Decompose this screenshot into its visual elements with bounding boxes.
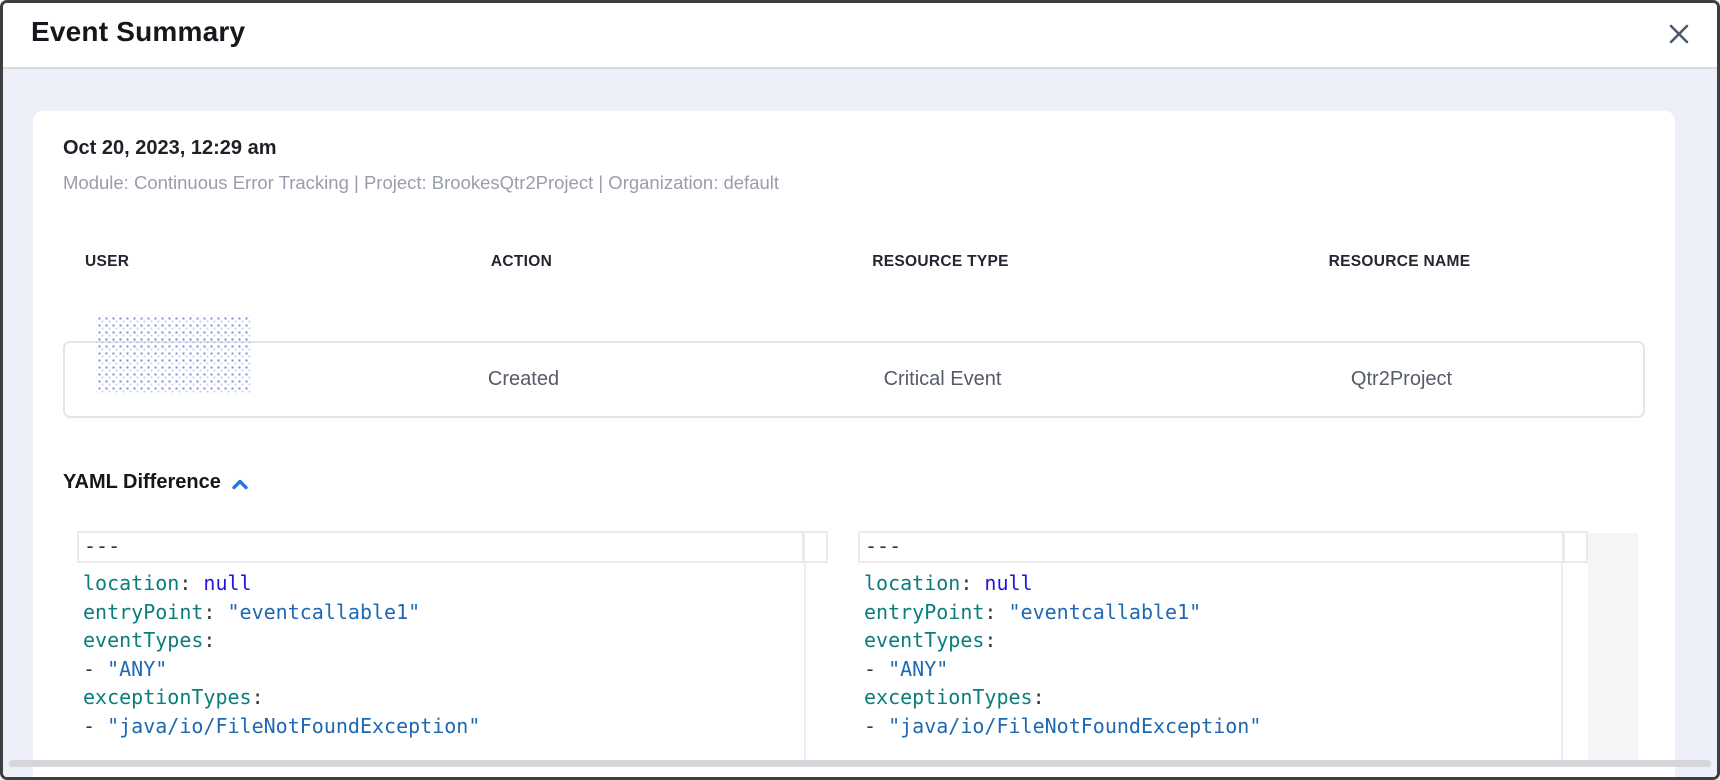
code-line: - "ANY": [77, 655, 802, 684]
code-line: location: null: [77, 569, 802, 598]
code-line: exceptionTypes:: [858, 683, 1562, 712]
code-line: - "java/io/FileNotFoundException": [77, 712, 802, 741]
yaml-difference-toggle[interactable]: YAML Difference: [63, 471, 249, 494]
yaml-right-code: location: nullentryPoint: "eventcallable…: [858, 569, 1562, 740]
chevron-up-icon: [231, 475, 249, 491]
yaml-left-scrollbar-corner: [804, 531, 828, 563]
table-header-row: USER ACTION RESOURCE TYPE RESOURCE NAME: [63, 253, 1645, 271]
yaml-left-scrollbar-divider: [804, 563, 806, 761]
code-line: location: null: [858, 569, 1562, 598]
redacted-user-avatar: [96, 315, 252, 393]
column-header-action: ACTION: [316, 253, 727, 271]
modal-header: Event Summary: [3, 3, 1717, 67]
yaml-difference-label: YAML Difference: [63, 471, 221, 494]
column-header-resource-type: RESOURCE TYPE: [727, 253, 1154, 271]
resource-name-cell: Qtr2Project: [1156, 368, 1647, 391]
close-button[interactable]: [1665, 21, 1693, 49]
yaml-left-code: location: nullentryPoint: "eventcallable…: [77, 569, 802, 740]
event-summary-modal: Event Summary Oct 20, 2023, 12:29 am Mod…: [0, 0, 1720, 780]
resource-type-cell: Critical Event: [729, 368, 1156, 391]
event-card: Oct 20, 2023, 12:29 am Module: Continuou…: [33, 111, 1675, 780]
code-line: - "java/io/FileNotFoundException": [858, 712, 1562, 741]
yaml-right-scrollbar-corner: [1564, 531, 1588, 563]
code-line: eventTypes:: [77, 626, 802, 655]
column-header-resource-name: RESOURCE NAME: [1154, 253, 1645, 271]
code-line: entryPoint: "eventcallable1": [858, 598, 1562, 627]
event-timestamp: Oct 20, 2023, 12:29 am: [63, 137, 276, 160]
right-editor-scroll-track[interactable]: [1588, 533, 1638, 761]
table-row: Created Critical Event Qtr2Project: [63, 341, 1645, 418]
column-header-user: USER: [63, 253, 316, 271]
yaml-right-separator-line: ---: [858, 531, 1564, 563]
code-line: exceptionTypes:: [77, 683, 802, 712]
close-icon: [1668, 23, 1690, 48]
code-line: eventTypes:: [858, 626, 1562, 655]
modal-body: Oct 20, 2023, 12:29 am Module: Continuou…: [3, 69, 1717, 777]
yaml-diff-right-editor[interactable]: --- location: nullentryPoint: "eventcall…: [858, 531, 1588, 761]
yaml-diff-left-editor[interactable]: --- location: nullentryPoint: "eventcall…: [77, 531, 828, 761]
code-line: - "ANY": [858, 655, 1562, 684]
action-cell: Created: [318, 368, 729, 391]
horizontal-scrollbar[interactable]: [9, 760, 1711, 767]
event-context: Module: Continuous Error Tracking | Proj…: [63, 172, 779, 194]
code-line: entryPoint: "eventcallable1": [77, 598, 802, 627]
modal-title: Event Summary: [31, 16, 245, 48]
yaml-left-separator-line: ---: [77, 531, 804, 563]
